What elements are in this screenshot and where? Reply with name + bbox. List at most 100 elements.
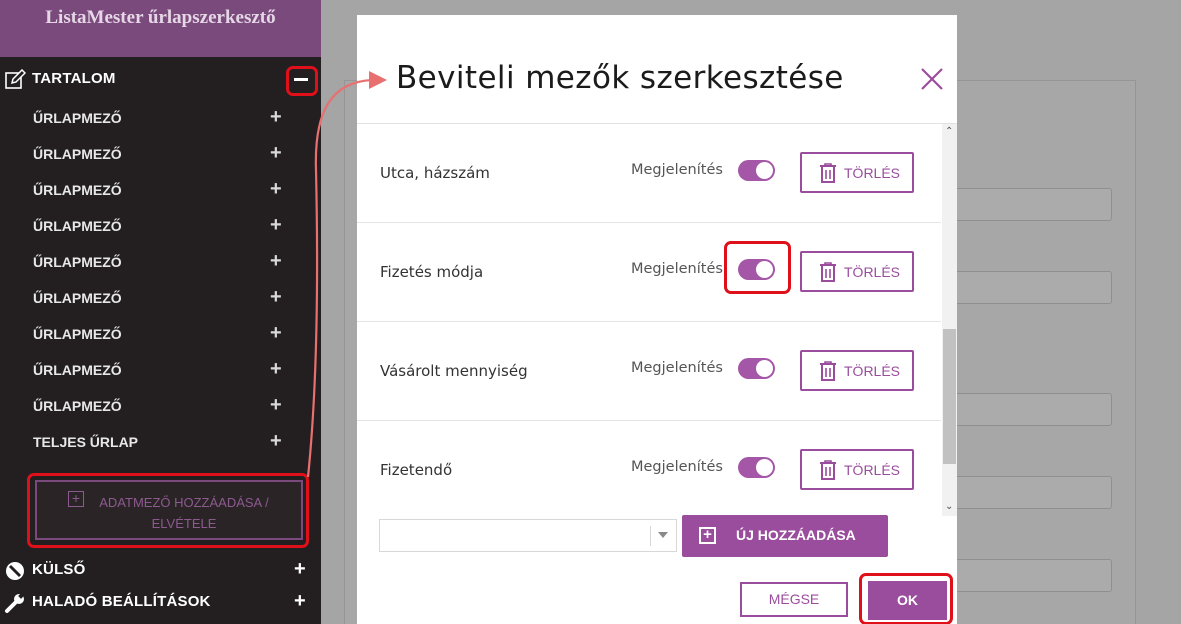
sidebar-item-label: ŰRLAPMEZŐ (33, 254, 122, 270)
section-label: HALADÓ BEÁLLÍTÁSOK (32, 593, 211, 610)
section-label: TARTALOM (32, 70, 116, 87)
scroll-down-icon[interactable]: ⌄ (945, 501, 955, 512)
toggle-highlight (724, 241, 791, 294)
sidebar-item-label: ŰRLAPMEZŐ (33, 398, 122, 414)
section-kulso[interactable]: KÜLSŐ + (0, 557, 321, 585)
toggle-knob (756, 360, 773, 377)
sidebar: ListaMester űrlapszerkesztő TARTALOM + A… (0, 0, 321, 624)
add-icon[interactable]: + (270, 394, 282, 417)
field-list: Utca, házszám Megjelenítés TÖRLÉS Fizetés m… (357, 124, 941, 516)
sidebar-item-label: ŰRLAPMEZŐ (33, 362, 122, 378)
delete-label: TÖRLÉS (844, 462, 901, 478)
delete-label: TÖRLÉS (844, 363, 901, 379)
add-new-button[interactable]: + ÚJ HOZZÁADÁSA (682, 515, 888, 557)
add-icon[interactable]: + (270, 286, 282, 309)
sidebar-item[interactable]: ŰRLAPMEZŐ + (0, 322, 321, 348)
sidebar-header: ListaMester űrlapszerkesztő (0, 0, 321, 57)
sidebar-item[interactable]: ŰRLAPMEZŐ + (0, 178, 321, 204)
sidebar-item[interactable]: TELJES ŰRLAP + (0, 430, 321, 456)
app-title: ListaMester űrlapszerkesztő (45, 7, 276, 28)
field-row: Vásárolt mennyiség Megjelenítés TÖRLÉS (357, 322, 941, 421)
background-input (950, 559, 1112, 592)
toggle-knob (756, 162, 773, 179)
sidebar-item[interactable]: ŰRLAPMEZŐ + (0, 142, 321, 168)
select-divider (650, 526, 651, 546)
add-icon[interactable]: + (270, 142, 282, 165)
sidebar-item[interactable]: ŰRLAPMEZŐ + (0, 286, 321, 312)
field-name: Fizetés módja (380, 263, 484, 281)
toggle-knob (756, 459, 773, 476)
trash-icon (820, 460, 836, 480)
sidebar-item-label: ŰRLAPMEZŐ (33, 182, 122, 198)
sidebar-item[interactable]: ŰRLAPMEZŐ + (0, 394, 321, 420)
wrench-icon (5, 592, 25, 613)
visibility-toggle[interactable] (738, 457, 775, 478)
expand-icon[interactable]: + (294, 590, 306, 613)
background-input (950, 271, 1112, 304)
section-label: KÜLSŐ (32, 561, 86, 578)
background-input (950, 188, 1112, 221)
field-name: Vásárolt mennyiség (380, 362, 528, 380)
add-icon[interactable]: + (270, 430, 282, 453)
visibility-toggle[interactable] (738, 160, 775, 181)
delete-label: TÖRLÉS (844, 264, 901, 280)
collapse-highlight (286, 66, 318, 96)
trash-icon (820, 262, 836, 282)
sidebar-item-label: ŰRLAPMEZŐ (33, 146, 122, 162)
visibility-toggle[interactable] (738, 358, 775, 379)
delete-button[interactable]: TÖRLÉS (800, 350, 914, 391)
add-icon[interactable]: + (270, 322, 282, 345)
show-label: Megjelenítés (631, 162, 723, 178)
section-halado[interactable]: HALADÓ BEÁLLÍTÁSOK + (0, 589, 321, 617)
plus-square-icon: + (68, 491, 84, 507)
field-row: Utca, házszám Megjelenítés TÖRLÉS (357, 124, 941, 223)
add-icon[interactable]: + (270, 358, 282, 381)
show-label: Megjelenítés (631, 261, 723, 277)
trash-icon (820, 361, 836, 381)
field-row: Fizetés módja Megjelenítés TÖRLÉS (357, 223, 941, 322)
background-input (950, 476, 1112, 509)
sidebar-item-label: ŰRLAPMEZŐ (33, 110, 122, 126)
sidebar-item-label: ŰRLAPMEZŐ (33, 326, 122, 342)
add-remove-field-button[interactable]: + ADATMEZŐ HOZZÁADÁSA / ELVÉTELE (35, 480, 303, 540)
scroll-thumb[interactable] (943, 329, 956, 464)
close-icon[interactable] (919, 66, 945, 92)
add-icon[interactable]: + (270, 214, 282, 237)
sidebar-item-label: ŰRLAPMEZŐ (33, 218, 122, 234)
palette-icon (6, 562, 24, 580)
sidebar-item-label: TELJES ŰRLAP (33, 434, 139, 450)
chevron-down-icon[interactable] (658, 532, 668, 538)
delete-label: TÖRLÉS (844, 165, 901, 181)
field-select[interactable] (379, 519, 677, 552)
sidebar-item[interactable]: ŰRLAPMEZŐ + (0, 106, 321, 132)
scrollbar[interactable]: ⌃ ⌄ (942, 124, 957, 516)
modal-title: Beviteli mezők szerkesztése (396, 60, 844, 96)
sidebar-item[interactable]: ŰRLAPMEZŐ + (0, 358, 321, 384)
field-row: Fizetendő Megjelenítés TÖRLÉS (357, 421, 941, 516)
add-icon[interactable]: + (270, 250, 282, 273)
background-input (950, 393, 1112, 426)
edit-icon (5, 69, 26, 89)
cancel-button[interactable]: MÉGSE (740, 582, 848, 617)
sidebar-item-label: ŰRLAPMEZŐ (33, 290, 122, 306)
ok-button[interactable]: OK (868, 581, 947, 620)
delete-button[interactable]: TÖRLÉS (800, 152, 914, 193)
delete-button[interactable]: TÖRLÉS (800, 449, 914, 490)
delete-button[interactable]: TÖRLÉS (800, 251, 914, 292)
sidebar-item[interactable]: ŰRLAPMEZŐ + (0, 250, 321, 276)
show-label: Megjelenítés (631, 459, 723, 475)
plus-square-icon: + (699, 527, 716, 544)
add-icon[interactable]: + (270, 178, 282, 201)
expand-icon[interactable]: + (294, 558, 306, 581)
show-label: Megjelenítés (631, 360, 723, 376)
field-name: Fizetendő (380, 461, 453, 479)
add-field-label: ADATMEZŐ HOZZÁADÁSA / ELVÉTELE (99, 495, 269, 531)
trash-icon (820, 163, 836, 183)
field-name: Utca, házszám (380, 164, 490, 182)
add-icon[interactable]: + (270, 106, 282, 129)
sidebar-item[interactable]: ŰRLAPMEZŐ + (0, 214, 321, 240)
edit-fields-modal: Beviteli mezők szerkesztése Utca, házszá… (357, 15, 957, 624)
add-new-label: ÚJ HOZZÁADÁSA (736, 527, 856, 543)
section-tartalom[interactable]: TARTALOM (0, 66, 321, 94)
scroll-up-icon[interactable]: ⌃ (945, 126, 955, 137)
